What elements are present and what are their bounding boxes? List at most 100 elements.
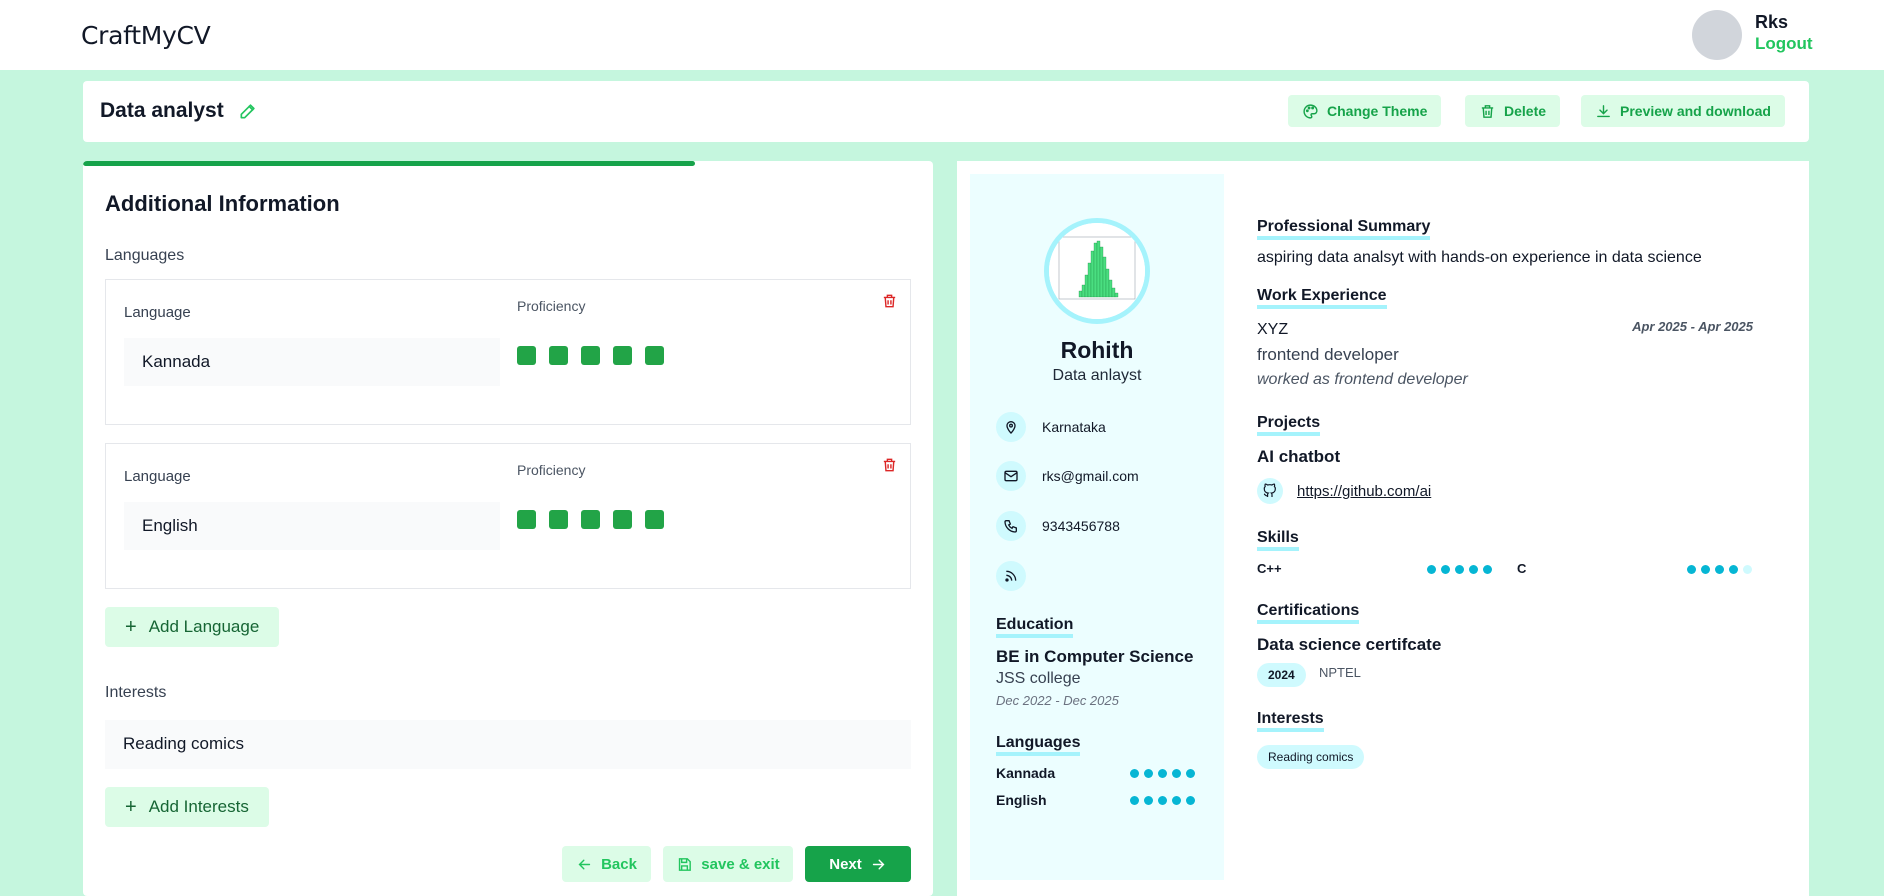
level-dot bbox=[1144, 796, 1153, 805]
plus-icon: + bbox=[125, 615, 137, 638]
project-link[interactable]: https://github.com/ai bbox=[1297, 483, 1431, 500]
edit-pencil-icon[interactable] bbox=[238, 101, 258, 121]
language-name: Kannada bbox=[996, 765, 1056, 781]
language-level-dots bbox=[1130, 769, 1195, 778]
level-dot bbox=[1483, 565, 1492, 574]
contact-email: rks@gmail.com bbox=[996, 461, 1139, 491]
change-theme-label: Change Theme bbox=[1327, 103, 1428, 119]
next-button[interactable]: Next bbox=[805, 846, 911, 882]
level-dot bbox=[1172, 769, 1181, 778]
level-dot bbox=[1144, 769, 1153, 778]
proficiency-label: Proficiency bbox=[517, 462, 586, 478]
proficiency-level-1[interactable] bbox=[517, 510, 536, 529]
add-language-label: Add Language bbox=[148, 617, 260, 636]
edu-dates: Dec 2022 - Dec 2025 bbox=[996, 693, 1119, 708]
email-text: rks@gmail.com bbox=[1042, 468, 1139, 484]
skill-name: C++ bbox=[1257, 561, 1282, 576]
add-interests-label: Add Interests bbox=[148, 797, 249, 816]
proficiency-level-4[interactable] bbox=[613, 510, 632, 529]
proficiency-level-1[interactable] bbox=[517, 346, 536, 365]
plus-icon: + bbox=[125, 795, 137, 818]
back-button[interactable]: Back bbox=[562, 846, 651, 882]
certificate-issuer: NPTEL bbox=[1319, 665, 1361, 680]
save-exit-label: save & exit bbox=[701, 855, 780, 873]
level-dot bbox=[1729, 565, 1738, 574]
change-theme-button[interactable]: Change Theme bbox=[1288, 95, 1442, 127]
languages-label: Languages bbox=[105, 247, 185, 264]
interest-input[interactable]: Reading comics bbox=[105, 720, 911, 769]
delete-resume-button[interactable]: Delete bbox=[1465, 95, 1561, 127]
proficiency-level-2[interactable] bbox=[549, 510, 568, 529]
preview-download-label: Preview and download bbox=[1620, 103, 1771, 119]
skill-level-dots bbox=[1687, 565, 1752, 574]
language-card: Language Proficiency Kannada bbox=[105, 279, 911, 425]
proficiency-level-5[interactable] bbox=[645, 346, 664, 365]
work-dates: Apr 2025 - Apr 2025 bbox=[1632, 319, 1753, 334]
trash-icon bbox=[1481, 104, 1494, 118]
preview-download-button[interactable]: Preview and download bbox=[1581, 95, 1785, 127]
logout-link[interactable]: Logout bbox=[1755, 34, 1813, 54]
phone-text: 9343456788 bbox=[1042, 518, 1120, 534]
summary-text: aspiring data analsyt with hands-on expe… bbox=[1257, 249, 1702, 266]
top-nav-bar: CraftMyCV Rks Logout bbox=[0, 0, 1884, 70]
level-dot bbox=[1172, 796, 1181, 805]
education-heading: Education bbox=[996, 617, 1074, 638]
company-name: XYZ bbox=[1257, 321, 1289, 338]
additional-info-form: Additional Information Languages Languag… bbox=[83, 161, 933, 896]
level-dot bbox=[1687, 565, 1696, 574]
skill-name: C bbox=[1517, 561, 1527, 576]
delete-language-icon[interactable] bbox=[881, 456, 898, 474]
language-field-label: Language bbox=[124, 468, 191, 485]
level-dot bbox=[1158, 769, 1167, 778]
github-icon bbox=[1257, 478, 1283, 504]
level-dot bbox=[1130, 796, 1139, 805]
language-input[interactable]: Kannada bbox=[124, 338, 500, 386]
interest-chip: Reading comics bbox=[1257, 745, 1365, 769]
delete-language-icon[interactable] bbox=[881, 292, 898, 310]
user-avatar[interactable] bbox=[1692, 10, 1742, 60]
level-dot bbox=[1427, 565, 1436, 574]
certificate-year-badge: 2024 bbox=[1257, 663, 1306, 687]
resume-sidebar: Rohith Data anlayst Karnataka rks@gmail.… bbox=[970, 174, 1224, 880]
section-title: Additional Information bbox=[105, 191, 340, 216]
arrow-right-icon bbox=[872, 859, 885, 869]
delete-label: Delete bbox=[1504, 103, 1547, 119]
proficiency-level-4[interactable] bbox=[613, 346, 632, 365]
progress-bar bbox=[83, 161, 695, 166]
language-card: Language Proficiency English bbox=[105, 443, 911, 589]
proficiency-level-5[interactable] bbox=[645, 510, 664, 529]
level-dot bbox=[1455, 565, 1464, 574]
add-interests-button[interactable]: + Add Interests bbox=[105, 787, 269, 827]
add-language-button[interactable]: + Add Language bbox=[105, 607, 280, 647]
proficiency-level-2[interactable] bbox=[549, 346, 568, 365]
histogram-image bbox=[1049, 223, 1145, 319]
degree-text: BE in Computer Science bbox=[996, 647, 1194, 666]
language-input[interactable]: English bbox=[124, 502, 500, 550]
proficiency-level-3[interactable] bbox=[581, 510, 600, 529]
rss-icon bbox=[996, 561, 1026, 591]
project-name: AI chatbot bbox=[1257, 447, 1341, 466]
level-dot bbox=[1743, 565, 1752, 574]
certificate-name: Data science certifcate bbox=[1257, 635, 1442, 654]
level-dot bbox=[1158, 796, 1167, 805]
save-icon bbox=[679, 857, 692, 871]
contact-location: Karnataka bbox=[996, 412, 1106, 442]
next-label: Next bbox=[829, 855, 862, 873]
save-exit-button[interactable]: save & exit bbox=[663, 846, 793, 882]
interests-label: Interests bbox=[105, 684, 167, 701]
location-text: Karnataka bbox=[1042, 419, 1106, 435]
brand-logo[interactable]: CraftMyCV bbox=[81, 21, 211, 50]
skills-heading: Skills bbox=[1257, 530, 1299, 551]
resume-title-bar: Data analyst Change Theme Delete Preview… bbox=[83, 81, 1809, 142]
arrow-left-icon bbox=[578, 859, 591, 869]
projects-heading: Projects bbox=[1257, 415, 1321, 436]
level-dot bbox=[1186, 796, 1195, 805]
profile-photo bbox=[1044, 218, 1150, 324]
job-title: frontend developer bbox=[1257, 345, 1399, 364]
proficiency-level-3[interactable] bbox=[581, 346, 600, 365]
level-dot bbox=[1130, 769, 1139, 778]
level-dot bbox=[1469, 565, 1478, 574]
contact-website bbox=[996, 561, 1026, 591]
level-dot bbox=[1441, 565, 1450, 574]
back-label: Back bbox=[601, 855, 637, 873]
